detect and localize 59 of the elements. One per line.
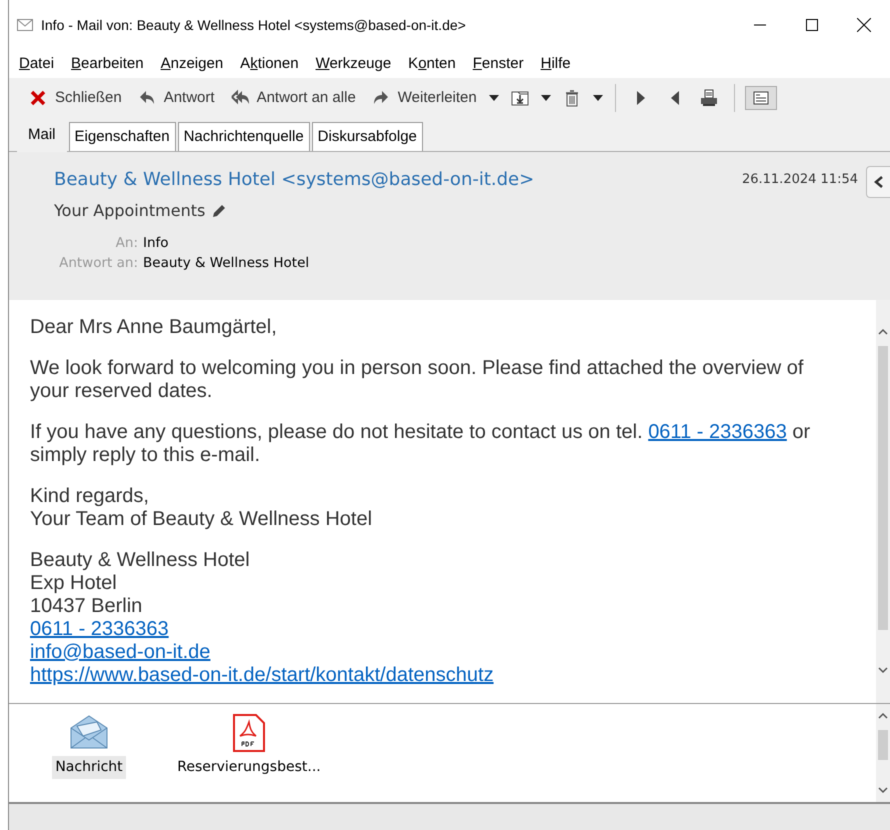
reply-all-icon bbox=[230, 89, 249, 107]
menu-item[interactable]: Bearbeiten bbox=[63, 52, 153, 76]
minimize-icon bbox=[754, 24, 766, 26]
menu-item[interactable]: Anzeigen bbox=[152, 52, 232, 76]
attachment[interactable]: Reservierungsbest... bbox=[169, 714, 329, 802]
close-icon bbox=[29, 89, 47, 107]
caret-icon bbox=[540, 95, 551, 101]
sender-name[interactable]: Beauty & Wellness Hotel <systems@based-on-it.de> bbox=[54, 166, 534, 193]
subject-text: Your Appointments bbox=[54, 200, 206, 222]
tab[interactable]: Nachrichtenquelle bbox=[178, 122, 310, 151]
move-to-folder-icon bbox=[510, 89, 529, 107]
field-value: Beauty & Wellness Hotel bbox=[143, 254, 310, 274]
close-button[interactable]: Schließen bbox=[23, 84, 128, 112]
body-text: Your Team of Beauty & Wellness Hotel bbox=[30, 508, 372, 530]
printer-icon bbox=[700, 89, 718, 107]
tab[interactable]: Eigenschaften bbox=[68, 122, 176, 151]
caret-icon bbox=[488, 95, 499, 101]
replyall-button[interactable]: Antwort an alle bbox=[224, 84, 362, 112]
menu-item[interactable]: Aktionen bbox=[232, 52, 308, 76]
body-text: We look forward to welcoming you in person soon. Please find attached the overview of your reserved dates. bbox=[30, 357, 804, 402]
scrollbar[interactable] bbox=[876, 300, 890, 703]
close-icon bbox=[857, 18, 871, 32]
field-value: Info bbox=[143, 234, 170, 253]
layout-button[interactable] bbox=[744, 86, 777, 110]
body-text: Dear Mrs Anne Baumgärtel, bbox=[30, 316, 277, 338]
chevron-left-icon bbox=[874, 174, 884, 189]
menu-item[interactable]: Werkzeuge bbox=[308, 52, 400, 76]
attachment[interactable]: Nachricht bbox=[9, 714, 169, 802]
body-link[interactable]: 0611 - 2336363 bbox=[30, 618, 169, 640]
menu-item[interactable]: Datei bbox=[11, 52, 64, 76]
tab[interactable]: Diskursabfolge bbox=[312, 122, 423, 151]
caret-icon bbox=[592, 95, 603, 101]
body-text: Exp Hotel bbox=[30, 572, 117, 594]
mail-icon bbox=[17, 19, 33, 31]
dropdown-button[interactable] bbox=[486, 93, 501, 103]
menu-item[interactable]: Konten bbox=[400, 52, 465, 76]
body-link[interactable]: https://www.based-on-it.de/start/kontakt/datenschutz bbox=[30, 664, 494, 686]
date-text: 26.11.2024 11:54 bbox=[742, 171, 858, 189]
collapse-button[interactable] bbox=[866, 166, 890, 198]
window-title: Info - Mail von: Beauty & Wellness Hotel <systems@based-on-it.de> bbox=[41, 16, 467, 35]
dropdown-button[interactable] bbox=[538, 93, 553, 103]
phone-link[interactable]: 0611 - 2336363 bbox=[648, 421, 787, 443]
pencil-icon bbox=[211, 203, 228, 219]
field-label: An: bbox=[114, 234, 138, 253]
menu-item[interactable]: Fenster bbox=[464, 52, 533, 76]
maximize-icon bbox=[806, 19, 818, 31]
forward-button[interactable]: Weiterleiten bbox=[366, 84, 483, 112]
body-text: 10437 Berlin bbox=[30, 595, 142, 617]
scrollbar[interactable] bbox=[876, 704, 890, 802]
body-text: Kind regards, bbox=[30, 485, 149, 507]
pdf-file-icon bbox=[233, 714, 265, 752]
body-text: If you have any questions, please do not hesitate to contact us on tel. 0611 - 2336363 or simply reply to this e-mail. bbox=[30, 421, 810, 466]
reply-button[interactable]: Antwort bbox=[132, 84, 221, 112]
body-text: Beauty & Wellness Hotel bbox=[30, 549, 250, 571]
dropdown-button[interactable] bbox=[590, 93, 605, 103]
field-label: Antwort an: bbox=[58, 254, 138, 274]
menu-item[interactable]: Hilfe bbox=[532, 52, 580, 76]
layout-icon bbox=[752, 89, 770, 107]
body-link[interactable]: info@based-on-it.de bbox=[30, 641, 210, 663]
